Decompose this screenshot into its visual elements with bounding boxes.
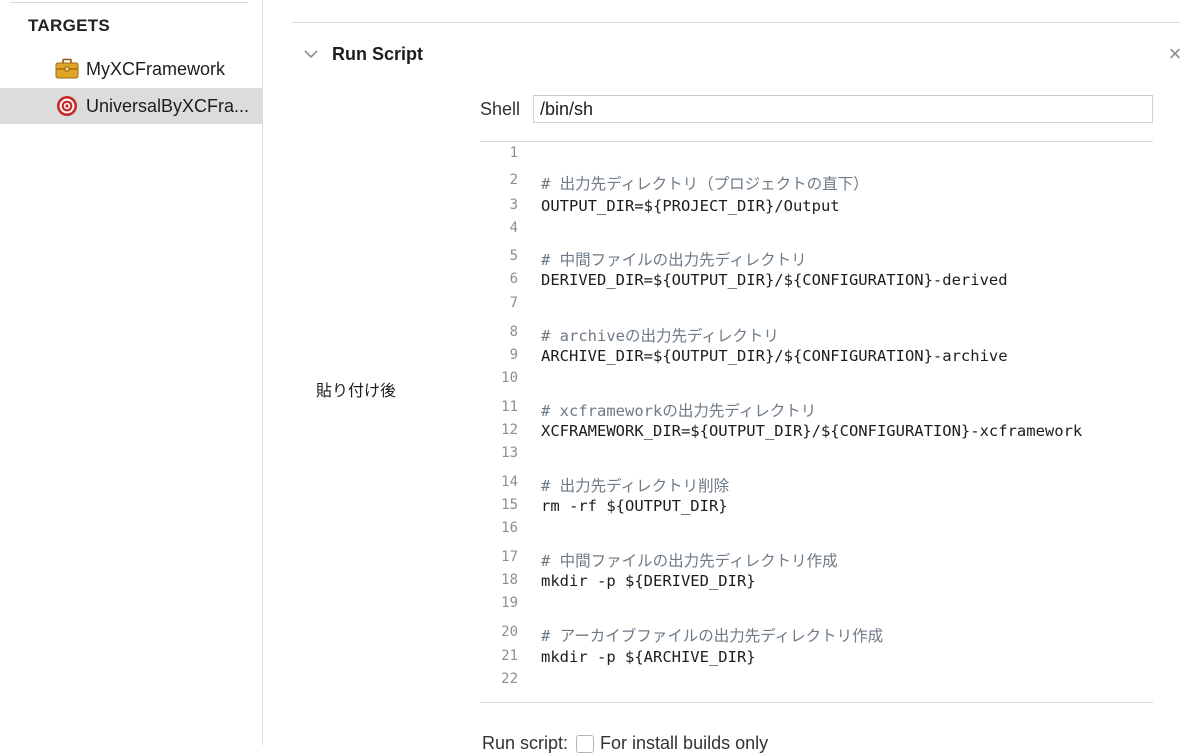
line-number: 6 xyxy=(509,271,518,287)
script-line: 4 xyxy=(480,220,1153,242)
line-number: 11 xyxy=(501,399,518,415)
sidebar-item-myxcframework[interactable]: MyXCFramework xyxy=(0,51,262,87)
run-script-label: Run script: xyxy=(482,733,569,753)
line-number: 2 xyxy=(509,172,518,188)
chevron-down-icon[interactable] xyxy=(301,44,321,64)
code-text: mkdir -p ${DERIVED_DIR} xyxy=(541,572,756,590)
script-line: 7 xyxy=(480,295,1153,317)
line-number: 3 xyxy=(509,197,518,213)
line-number: 15 xyxy=(501,497,518,513)
script-line: 3 OUTPUT_DIR=${PROJECT_DIR}/Output xyxy=(480,197,1153,219)
script-line: 22 xyxy=(480,671,1153,693)
code-text: XCFRAMEWORK_DIR=${OUTPUT_DIR}/${CONFIGUR… xyxy=(541,422,1083,440)
line-number: 19 xyxy=(501,595,518,611)
sidebar-item-universalbyxcframework[interactable]: UniversalByXCFra... xyxy=(0,88,262,124)
line-number: 20 xyxy=(501,624,518,640)
targets-heading: TARGETS xyxy=(28,16,111,35)
line-number: 16 xyxy=(501,520,518,536)
code-text: # アーカイブファイルの出力先ディレクトリ作成 xyxy=(541,627,884,645)
shell-field[interactable]: /bin/sh xyxy=(533,95,1153,123)
script-line: 10 xyxy=(480,370,1153,392)
script-line: 8 # archiveの出力先ディレクトリ xyxy=(480,324,1153,346)
line-number: 13 xyxy=(501,445,518,461)
script-line: 6 DERIVED_DIR=${OUTPUT_DIR}/${CONFIGURATI… xyxy=(480,271,1153,293)
line-number: 5 xyxy=(509,248,518,264)
line-number: 18 xyxy=(501,572,518,588)
code-text: # 中間ファイルの出力先ディレクトリ作成 xyxy=(541,552,838,570)
close-icon[interactable]: × xyxy=(1164,43,1186,65)
code-text: DERIVED_DIR=${OUTPUT_DIR}/${CONFIGURATIO… xyxy=(541,271,1008,289)
script-line: 9 ARCHIVE_DIR=${OUTPUT_DIR}/${CONFIGURATI… xyxy=(480,347,1153,369)
line-number: 8 xyxy=(509,324,518,340)
script-line: 12 XCFRAMEWORK_DIR=${OUTPUT_DIR}/${CONFIG… xyxy=(480,422,1153,444)
script-line: 2 # 出力先ディレクトリ（プロジェクトの直下） xyxy=(480,172,1153,194)
phase-title: Run Script xyxy=(332,44,424,64)
script-line: 19 xyxy=(480,595,1153,617)
script-line: 20 # アーカイブファイルの出力先ディレクトリ作成 xyxy=(480,624,1153,646)
targets-sidebar: TARGETS MyXCFramework UniversalByXCFra..… xyxy=(0,0,263,745)
line-number: 7 xyxy=(509,295,518,311)
script-line: 13 xyxy=(480,445,1153,467)
script-line: 15 rm -rf ${OUTPUT_DIR} xyxy=(480,497,1153,519)
phase-divider xyxy=(292,22,1180,23)
line-number: 14 xyxy=(501,474,518,490)
line-number: 21 xyxy=(501,648,518,664)
run-script-phase-header: Run Script × xyxy=(301,42,1181,68)
script-line: 16 xyxy=(480,520,1153,542)
code-text: # 出力先ディレクトリ（プロジェクトの直下） xyxy=(541,175,869,193)
build-phases-panel: Run Script × Shell /bin/sh 貼り付け後 1 2 # 出力先… xyxy=(263,0,1200,754)
code-text: OUTPUT_DIR=${PROJECT_DIR}/Output xyxy=(541,197,840,215)
install-builds-checkbox[interactable] xyxy=(576,735,595,754)
code-text: # xcframeworkの出力先ディレクトリ xyxy=(541,402,817,420)
line-number: 17 xyxy=(501,549,518,565)
install-builds-label: For install builds only xyxy=(600,733,769,753)
code-text: rm -rf ${OUTPUT_DIR} xyxy=(541,497,728,515)
script-editor[interactable]: 1 2 # 出力先ディレクトリ（プロジェクトの直下） 3 OUTPUT_DIR=${PR… xyxy=(480,141,1153,703)
code-text: # 出力先ディレクトリ削除 xyxy=(541,477,730,495)
line-number: 22 xyxy=(501,671,518,687)
script-line: 1 xyxy=(480,145,1153,167)
script-line: 18 mkdir -p ${DERIVED_DIR} xyxy=(480,572,1153,594)
code-text: mkdir -p ${ARCHIVE_DIR} xyxy=(541,648,756,666)
script-line: 14 # 出力先ディレクトリ削除 xyxy=(480,474,1153,496)
shell-label: Shell xyxy=(480,99,521,119)
line-number: 12 xyxy=(501,422,518,438)
code-text: # archiveの出力先ディレクトリ xyxy=(541,327,779,345)
annotation-label: 貼り付け後 xyxy=(316,383,397,400)
script-line: 11 # xcframeworkの出力先ディレクトリ xyxy=(480,399,1153,421)
line-number: 9 xyxy=(509,347,518,363)
target-icon xyxy=(57,96,77,116)
script-line: 17 # 中間ファイルの出力先ディレクトリ作成 xyxy=(480,549,1153,571)
code-text: # 中間ファイルの出力先ディレクトリ xyxy=(541,251,807,269)
code-text: ARCHIVE_DIR=${OUTPUT_DIR}/${CONFIGURATIO… xyxy=(541,347,1008,365)
line-number: 1 xyxy=(509,145,518,161)
line-number: 10 xyxy=(501,370,518,386)
script-line: 5 # 中間ファイルの出力先ディレクトリ xyxy=(480,248,1153,270)
sidebar-item-label: MyXCFramework xyxy=(86,58,226,79)
toolbox-icon xyxy=(55,58,79,79)
run-script-options: Run script: For install builds only xyxy=(482,733,768,754)
sidebar-divider xyxy=(10,2,248,3)
sidebar-item-label: UniversalByXCFra... xyxy=(86,95,250,116)
script-line: 21 mkdir -p ${ARCHIVE_DIR} xyxy=(480,648,1153,670)
line-number: 4 xyxy=(509,220,518,236)
